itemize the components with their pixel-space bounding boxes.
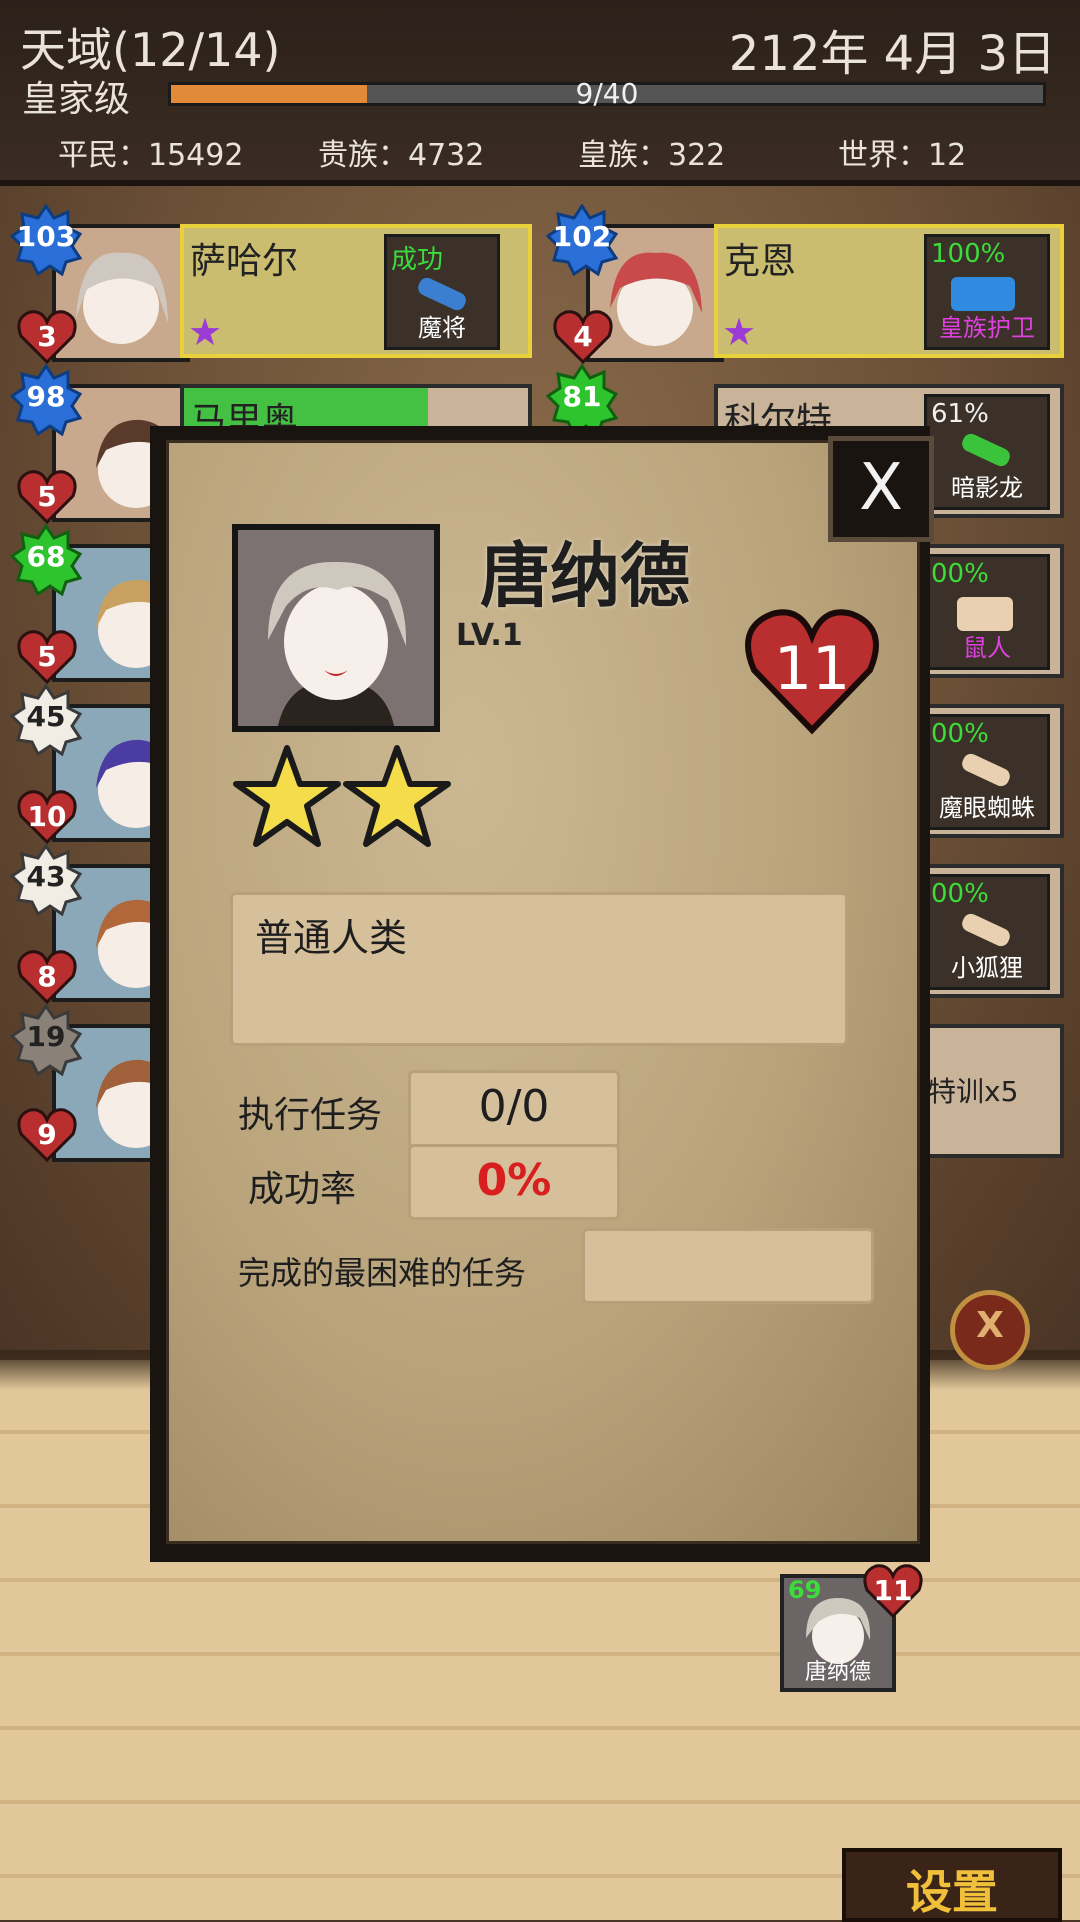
mission-progress: 100%	[931, 239, 1006, 269]
hp-value: 10	[27, 800, 67, 833]
star-icon: ★	[188, 310, 223, 354]
level-badge: 102	[545, 203, 619, 277]
hero-detail-portrait	[232, 524, 440, 732]
stat-commoners: 平民：15492	[58, 138, 244, 173]
settings-button[interactable]: 设置	[842, 1848, 1062, 1922]
mission-progress: 61%	[931, 399, 989, 429]
rank-label: 皇家级	[22, 79, 131, 120]
level-value: 102	[552, 220, 612, 253]
level-value: 81	[562, 380, 602, 413]
game-date: 212年 4月 3日	[728, 26, 1056, 82]
mission-slot[interactable]: 00% 魔眼蜘蛛	[924, 714, 1050, 830]
mission-name: 魔眼蜘蛛	[939, 794, 1035, 822]
hardest-mission-box	[582, 1228, 874, 1304]
level-value: 45	[26, 700, 66, 733]
level-value: 19	[26, 1020, 66, 1053]
stat-royals: 皇族：322	[578, 138, 726, 173]
mission-progress: 00%	[931, 559, 989, 589]
mission-slot[interactable]: 成功 魔将	[384, 234, 500, 350]
level-value: 68	[26, 540, 66, 573]
rank-progress-text: 9/40	[575, 77, 639, 110]
hp-value: 9	[37, 1118, 57, 1151]
level-badge: 68	[9, 523, 83, 597]
mission-name: 鼠人	[963, 634, 1011, 662]
hp-heart: 5	[16, 628, 78, 686]
mission-progress: 00%	[931, 719, 989, 749]
top-status-bar: 天域(12/14) 212年 4月 3日 皇家级 9/40 平民：15492 贵…	[0, 0, 1080, 186]
close-icon: X	[859, 451, 903, 525]
stat-world: 世界：12	[838, 138, 967, 173]
success-rate-value: 0%	[476, 1155, 552, 1206]
star-icon	[232, 744, 342, 854]
missions-value: 0/0	[478, 1081, 550, 1132]
hp-value: 11	[873, 1574, 913, 1607]
hp-value: 5	[37, 480, 57, 513]
success-rate-label: 成功率	[248, 1169, 357, 1210]
hp-value: 4	[573, 320, 593, 353]
mission-slot[interactable]: 00% 小狐狸	[924, 874, 1050, 990]
hp-heart: 11	[742, 604, 882, 736]
training-label: 特训x5	[928, 1075, 1019, 1108]
mission-name: 皇族护卫	[939, 314, 1035, 342]
emblem-label: X	[976, 1305, 1004, 1346]
hp-heart: 10	[16, 788, 78, 846]
close-button[interactable]: X	[828, 436, 934, 542]
stat-nobles: 贵族：4732	[318, 138, 485, 173]
missions-value-box: 0/0	[408, 1070, 620, 1148]
hp-value: 5	[37, 640, 57, 673]
level-badge: 98	[9, 363, 83, 437]
mission-name: 小狐狸	[951, 954, 1023, 982]
hp-heart: 11	[862, 1562, 924, 1620]
hero-card[interactable]: 克恩 ★ 100% 皇族护卫	[714, 224, 1064, 358]
hero-race: 普通人类	[255, 916, 408, 960]
rank-progress-bar: 9/40	[168, 77, 1046, 110]
hero-card[interactable]: 萨哈尔 ★ 成功 魔将	[180, 224, 532, 358]
mission-slot[interactable]: 61% 暗影龙	[924, 394, 1050, 510]
level-value: 98	[26, 380, 66, 413]
hp-heart: 9	[16, 1106, 78, 1164]
level-value: 43	[26, 860, 66, 893]
level-badge: 19	[9, 1003, 83, 1077]
mission-slot[interactable]: 00% 鼠人	[924, 554, 1050, 670]
hp-value: 11	[773, 634, 851, 704]
hp-value: 3	[37, 320, 57, 353]
hp-value: 8	[37, 960, 57, 993]
mission-progress: 00%	[931, 879, 989, 909]
faction-emblem-icon[interactable]: X	[950, 1290, 1030, 1370]
level-badge: 43	[9, 843, 83, 917]
missions-label: 执行任务	[238, 1095, 383, 1136]
hero-name: 唐纳德	[480, 535, 690, 617]
hero-face-icon	[238, 530, 434, 726]
level-badge: 103	[9, 203, 83, 277]
level-badge: 45	[9, 683, 83, 757]
hero-name: 克恩	[724, 241, 797, 282]
success-rate-box: 0%	[408, 1144, 620, 1220]
star-icon: ★	[722, 310, 757, 354]
star-icon	[342, 744, 452, 854]
hero-name: 萨哈尔	[190, 241, 299, 282]
hero-level: LV.1	[456, 618, 523, 653]
hp-heart: 8	[16, 948, 78, 1006]
mini-name: 唐纳德	[804, 1660, 871, 1685]
hp-heart: 4	[552, 308, 614, 366]
level-value: 103	[16, 220, 76, 253]
hp-heart: 5	[16, 468, 78, 526]
mission-name: 魔将	[418, 314, 466, 342]
mission-name: 暗影龙	[951, 474, 1023, 502]
settings-label: 设置	[906, 1865, 998, 1919]
mini-level: 69	[788, 1576, 822, 1604]
hp-heart: 3	[16, 308, 78, 366]
hardest-mission-label: 完成的最困难的任务	[238, 1254, 527, 1292]
hero-race-box: 普通人类	[230, 892, 848, 1046]
mission-slot[interactable]: 100% 皇族护卫	[924, 234, 1050, 350]
